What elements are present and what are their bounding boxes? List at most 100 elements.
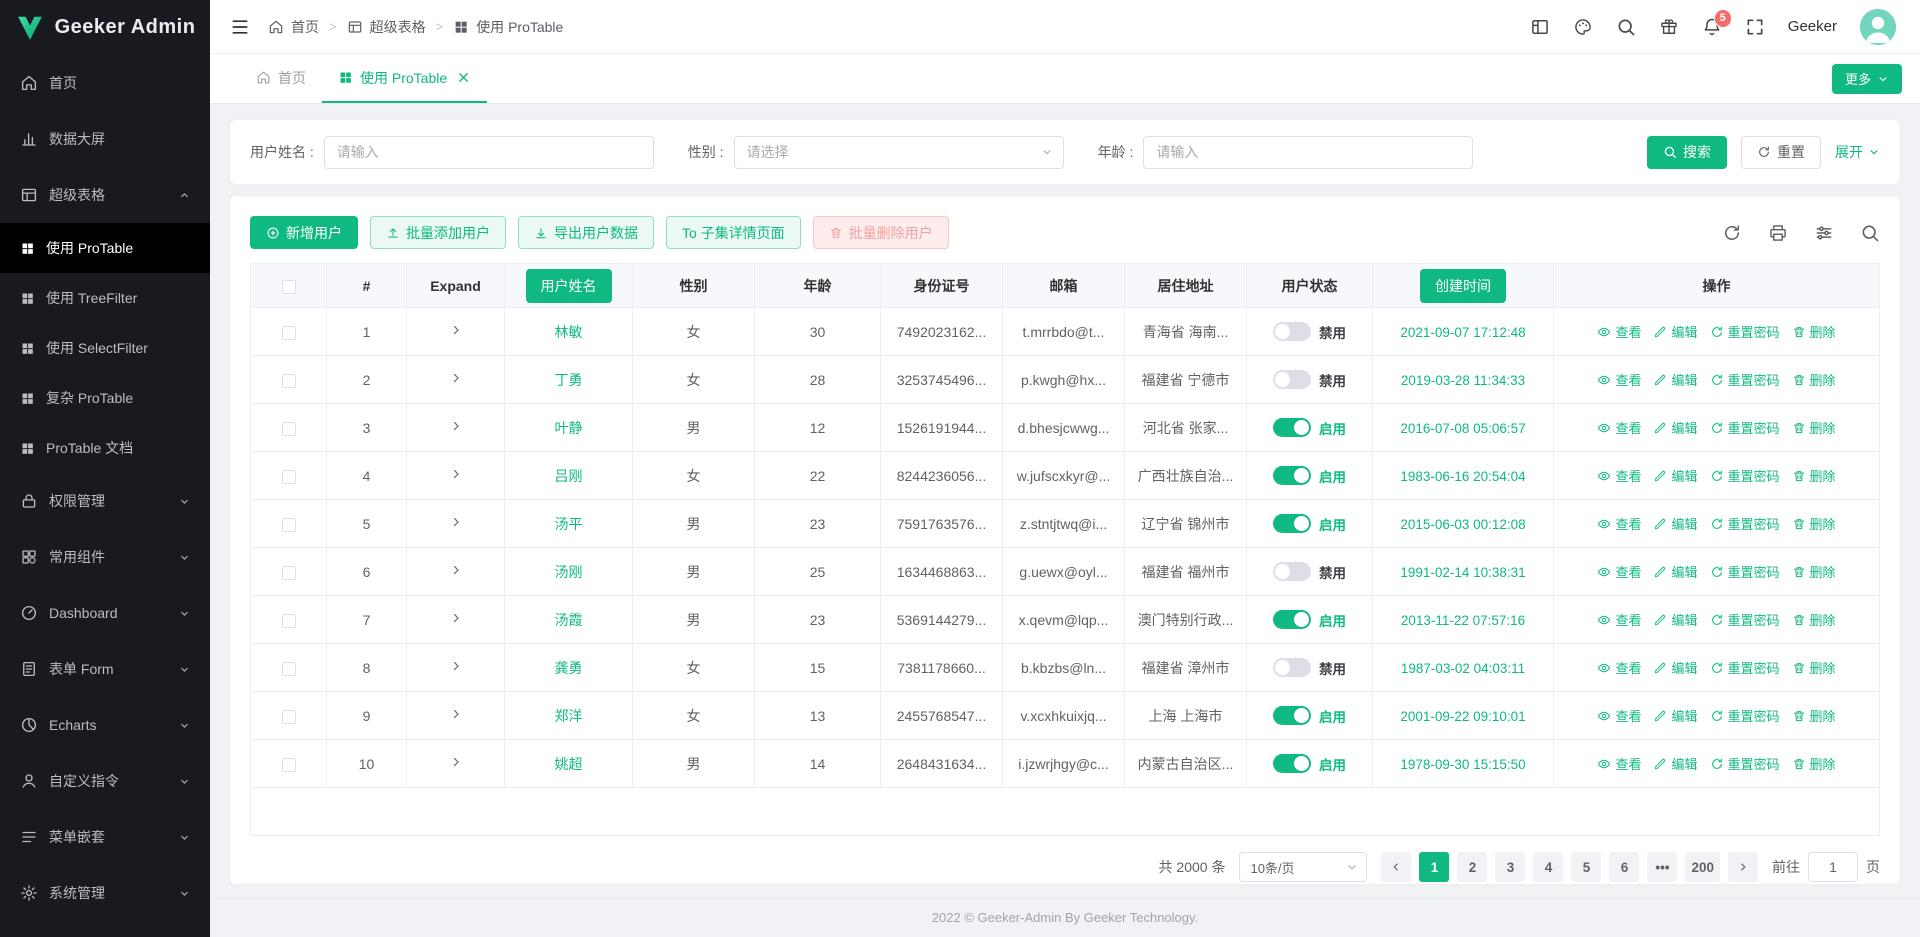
row-expand-icon[interactable] [449, 563, 463, 577]
row-expand-icon[interactable] [449, 515, 463, 529]
tab-0[interactable]: 首页 [240, 54, 322, 103]
action-reset-password-button[interactable]: 重置密码 [1710, 370, 1780, 389]
action-edit-button[interactable]: 编辑 [1653, 514, 1698, 533]
action-view-button[interactable]: 查看 [1597, 610, 1641, 629]
pager-prev-button[interactable] [1381, 852, 1412, 882]
user-name-link[interactable]: 叶静 [555, 420, 583, 436]
status-switch[interactable] [1273, 562, 1311, 581]
action-delete-button[interactable]: 删除 [1792, 514, 1836, 533]
action-delete-button[interactable]: 删除 [1792, 754, 1836, 773]
status-switch[interactable] [1273, 370, 1311, 389]
sidebar-item-8[interactable]: 自定义指令 [0, 753, 210, 809]
gender-select[interactable]: 请选择 [733, 135, 1064, 169]
sidebar-subitem-2-2[interactable]: 使用 SelectFilter [0, 323, 210, 373]
action-view-button[interactable]: 查看 [1597, 706, 1641, 725]
export-user-data-button[interactable]: 导出用户数据 [518, 216, 654, 249]
user-name-link[interactable]: 郑洋 [555, 708, 583, 724]
status-switch[interactable] [1273, 466, 1311, 485]
sidebar-item-4[interactable]: 常用组件 [0, 529, 210, 585]
user-name-link[interactable]: 汤霞 [555, 612, 583, 628]
status-switch[interactable] [1273, 418, 1311, 437]
tab-1[interactable]: 使用 ProTable [322, 54, 488, 103]
user-name-link[interactable]: 丁勇 [555, 372, 583, 388]
select-all-checkbox[interactable] [281, 279, 296, 294]
gift-icon[interactable] [1659, 17, 1679, 37]
print-icon[interactable] [1768, 223, 1788, 243]
sidebar-subitem-2-4[interactable]: ProTable 文档 [0, 423, 210, 473]
page-size-select[interactable]: 10条/页 [1239, 852, 1368, 882]
layout-columns-icon[interactable] [1530, 17, 1550, 37]
reset-button[interactable]: 重置 [1741, 135, 1821, 169]
action-delete-button[interactable]: 删除 [1792, 610, 1836, 629]
header-search-icon[interactable] [1616, 17, 1636, 37]
action-view-button[interactable]: 查看 [1597, 562, 1641, 581]
sidebar-item-2[interactable]: 超级表格 [0, 167, 210, 223]
action-edit-button[interactable]: 编辑 [1653, 322, 1698, 341]
action-edit-button[interactable]: 编辑 [1653, 706, 1698, 725]
sidebar-item-1[interactable]: 数据大屏 [0, 111, 210, 167]
sidebar-item-5[interactable]: Dashboard [0, 585, 210, 641]
action-delete-button[interactable]: 删除 [1792, 562, 1836, 581]
username-input[interactable] [323, 135, 654, 169]
action-edit-button[interactable]: 编辑 [1653, 658, 1698, 677]
collapse-menu-icon[interactable] [230, 17, 250, 37]
sidebar-item-6[interactable]: 表单 Form [0, 641, 210, 697]
action-edit-button[interactable]: 编辑 [1653, 418, 1698, 437]
action-delete-button[interactable]: 删除 [1792, 322, 1836, 341]
search-toggle-icon[interactable] [1860, 223, 1880, 243]
pager-page-4-button[interactable]: 4 [1533, 852, 1564, 882]
pager-page-1-button[interactable]: 1 [1419, 852, 1450, 882]
action-edit-button[interactable]: 编辑 [1653, 610, 1698, 629]
fullscreen-icon[interactable] [1745, 17, 1765, 37]
pager-page-200-button[interactable]: 200 [1685, 852, 1720, 882]
action-view-button[interactable]: 查看 [1597, 658, 1641, 677]
action-delete-button[interactable]: 删除 [1792, 658, 1836, 677]
action-view-button[interactable]: 查看 [1597, 466, 1641, 485]
action-reset-password-button[interactable]: 重置密码 [1710, 706, 1780, 725]
action-reset-password-button[interactable]: 重置密码 [1710, 466, 1780, 485]
user-name-link[interactable]: 姚超 [555, 756, 583, 772]
action-view-button[interactable]: 查看 [1597, 514, 1641, 533]
row-checkbox[interactable] [281, 373, 296, 388]
row-expand-icon[interactable] [449, 755, 463, 769]
tabs-more-button[interactable]: 更多 [1831, 63, 1902, 94]
row-checkbox[interactable] [281, 421, 296, 436]
action-view-button[interactable]: 查看 [1597, 370, 1641, 389]
status-switch[interactable] [1273, 610, 1311, 629]
sidebar-subitem-2-0[interactable]: 使用 ProTable [0, 223, 210, 273]
sidebar-item-3[interactable]: 权限管理 [0, 473, 210, 529]
add-user-button[interactable]: 新增用户 [250, 216, 358, 249]
row-expand-icon[interactable] [449, 707, 463, 721]
sidebar-item-0[interactable]: 首页 [0, 55, 210, 111]
sidebar-item-10[interactable]: 系统管理 [0, 865, 210, 921]
sidebar-item-9[interactable]: 菜单嵌套 [0, 809, 210, 865]
action-delete-button[interactable]: 删除 [1792, 466, 1836, 485]
pager-page-6-button[interactable]: 6 [1609, 852, 1640, 882]
status-switch[interactable] [1273, 754, 1311, 773]
sidebar-item-7[interactable]: Echarts [0, 697, 210, 753]
row-expand-icon[interactable] [449, 323, 463, 337]
column-setting-icon[interactable] [1814, 223, 1834, 243]
action-view-button[interactable]: 查看 [1597, 418, 1641, 437]
expand-toggle[interactable]: 展开 [1835, 142, 1880, 162]
batch-delete-user-button[interactable]: 批量删除用户 [812, 216, 949, 249]
action-delete-button[interactable]: 删除 [1792, 418, 1836, 437]
action-reset-password-button[interactable]: 重置密码 [1710, 418, 1780, 437]
action-delete-button[interactable]: 删除 [1792, 370, 1836, 389]
row-expand-icon[interactable] [449, 611, 463, 625]
header-button[interactable]: 用户姓名 [525, 268, 612, 303]
status-switch[interactable] [1273, 322, 1311, 341]
action-reset-password-button[interactable]: 重置密码 [1710, 754, 1780, 773]
row-checkbox[interactable] [281, 613, 296, 628]
action-edit-button[interactable]: 编辑 [1653, 370, 1698, 389]
pager-page-5-button[interactable]: 5 [1571, 852, 1602, 882]
pager-page-3-button[interactable]: 3 [1495, 852, 1526, 882]
goto-page-input[interactable] [1808, 852, 1858, 882]
row-checkbox[interactable] [281, 757, 296, 772]
row-expand-icon[interactable] [449, 659, 463, 673]
action-edit-button[interactable]: 编辑 [1653, 466, 1698, 485]
user-name-link[interactable]: 汤平 [555, 516, 583, 532]
action-edit-button[interactable]: 编辑 [1653, 754, 1698, 773]
batch-add-user-button[interactable]: 批量添加用户 [370, 216, 506, 249]
action-reset-password-button[interactable]: 重置密码 [1710, 658, 1780, 677]
